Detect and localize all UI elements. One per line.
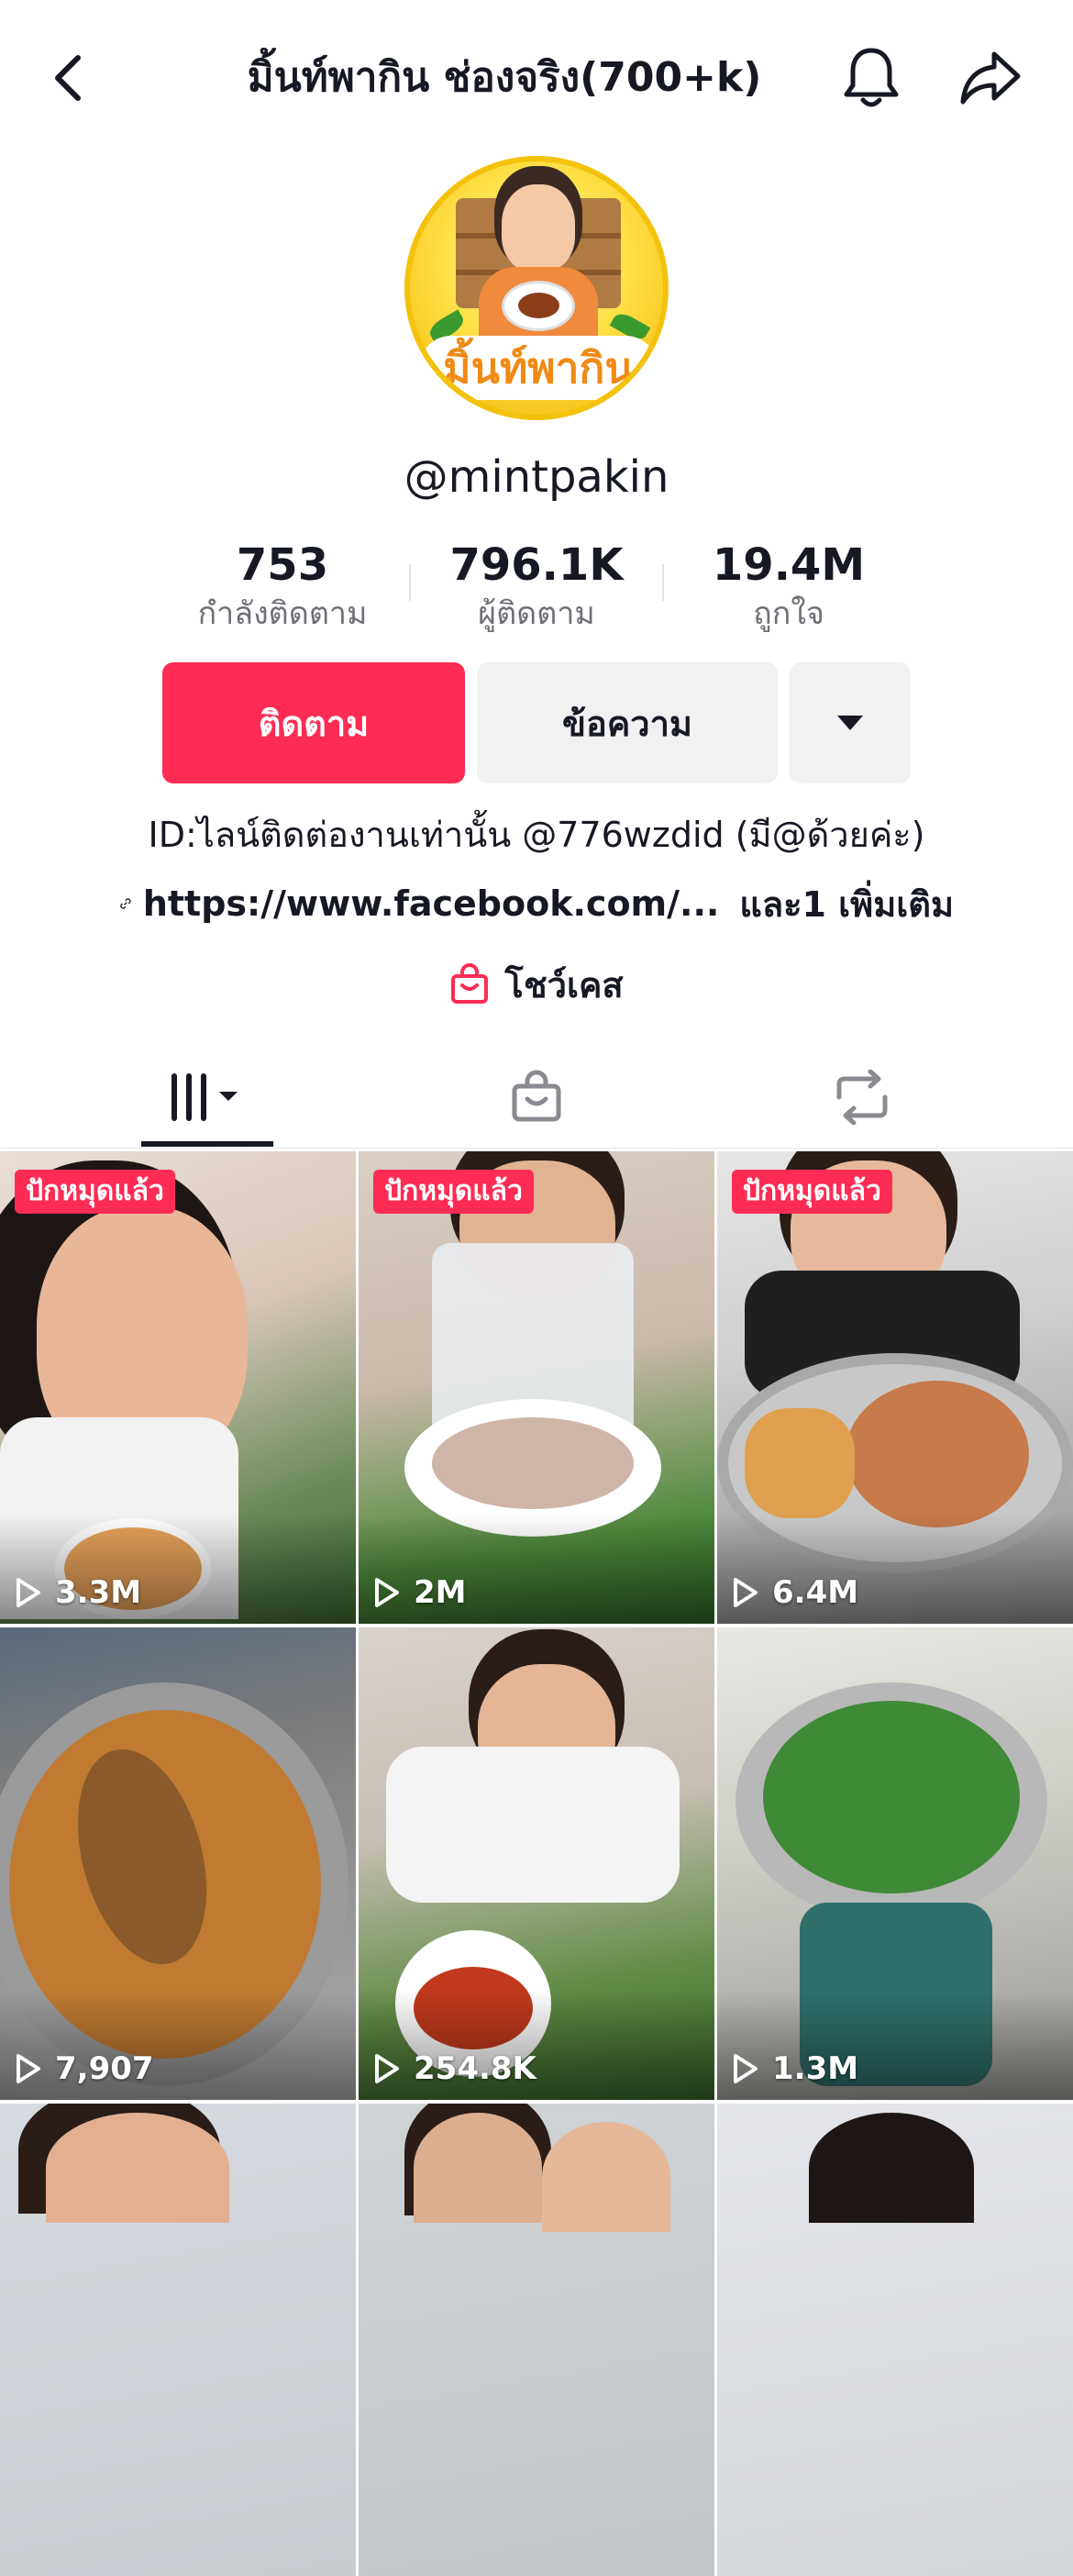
view-count: 3.3M xyxy=(15,1574,141,1611)
back-button[interactable] xyxy=(37,37,101,119)
play-icon xyxy=(734,1578,758,1607)
view-count-text: 254.8K xyxy=(414,2050,536,2087)
avatar-logo-text: มิ้นท์พากิน xyxy=(419,336,658,400)
view-count: 7,907 xyxy=(15,2050,154,2087)
videos-grid-icon xyxy=(171,1073,238,1121)
thumbnail-person xyxy=(414,2113,542,2223)
bell-icon xyxy=(844,48,899,107)
avatar-person xyxy=(502,184,575,272)
thumbnail-shirt xyxy=(386,1747,680,1903)
following-count: 753 xyxy=(236,539,329,591)
share-button[interactable] xyxy=(949,37,1032,119)
avatar-food-plate xyxy=(502,281,575,331)
thumbnail-person xyxy=(809,2113,974,2223)
shopping-bag-icon xyxy=(451,963,489,1004)
play-icon xyxy=(375,2054,399,2083)
notification-button[interactable] xyxy=(830,37,913,119)
video-thumbnail[interactable]: 254.8K xyxy=(359,1627,714,2100)
followers-count: 796.1K xyxy=(449,539,624,591)
followers-stat[interactable]: 796.1K ผู้ติดตาม xyxy=(408,537,665,634)
thumbnail-person xyxy=(46,2113,229,2223)
thumbnail-food xyxy=(846,1381,1029,1527)
video-thumbnail[interactable]: 7,907 xyxy=(0,1627,356,2100)
bio-link[interactable]: https://www.facebook.com/... และ1 เพิ่มเ… xyxy=(119,872,954,936)
thumbnail-food xyxy=(432,1417,634,1509)
likes-count: 19.4M xyxy=(712,539,866,591)
page-title: มิ้นท์พากิน ช่องจริง(700+k) xyxy=(247,54,762,101)
pinned-badge: ปักหมุดแล้ว xyxy=(732,1170,892,1214)
link-url[interactable]: https://www.facebook.com/... xyxy=(143,883,719,924)
video-thumbnail[interactable]: 1.3M xyxy=(717,1627,1073,2100)
showcase-label: โชว์เคส xyxy=(504,964,624,1005)
video-grid: ปักหมุดแล้ว 3.3M ปักหมุดแล้ว 2M ปักหมุดแ… xyxy=(0,1151,1073,2576)
following-stat[interactable]: 753 กำลังติดตาม xyxy=(154,537,411,634)
video-thumbnail[interactable]: ปักหมุดแล้ว 2M xyxy=(359,1151,714,1624)
following-label: กำลังติดตาม xyxy=(197,595,368,632)
view-count-text: 3.3M xyxy=(55,1574,142,1611)
play-icon xyxy=(17,1578,40,1607)
view-count: 1.3M xyxy=(732,2050,858,2087)
caret-down-icon xyxy=(837,716,863,730)
thumbnail-egg xyxy=(745,1408,855,1518)
avatar[interactable]: มิ้นท์พากิน xyxy=(404,156,669,420)
play-icon xyxy=(17,2054,40,2083)
profile-stats: 753 กำลังติดตาม 796.1K ผู้ติดตาม 19.4M ถ… xyxy=(0,537,1073,638)
thumbnail-person xyxy=(542,2122,670,2232)
suggested-accounts-button[interactable] xyxy=(790,662,911,783)
video-thumbnail[interactable]: ปักหมุดแล้ว 3.3M xyxy=(0,1151,356,1624)
tab-shop[interactable] xyxy=(358,1046,715,1149)
likes-stat[interactable]: 19.4M ถูกใจ xyxy=(660,537,917,634)
tab-reposts[interactable] xyxy=(683,1046,1041,1149)
play-icon xyxy=(375,1578,399,1607)
view-count-text: 2M xyxy=(414,1574,467,1611)
followers-label: ผู้ติดตาม xyxy=(478,595,595,632)
share-arrow-icon xyxy=(960,51,1021,105)
more-links-button[interactable]: และ1 เพิ่มเติม xyxy=(739,876,954,932)
video-thumbnail[interactable] xyxy=(717,2104,1073,2576)
active-tab-indicator xyxy=(141,1141,273,1147)
shop-bag-icon xyxy=(512,1070,561,1122)
link-icon xyxy=(120,898,131,909)
view-count-text: 7,907 xyxy=(55,2050,154,2087)
content-tabs xyxy=(0,1046,1073,1149)
username: @mintpakin xyxy=(404,451,669,503)
view-count: 6.4M xyxy=(732,1574,858,1611)
likes-label: ถูกใจ xyxy=(753,595,824,632)
repost-icon xyxy=(836,1070,888,1125)
message-button[interactable]: ข้อความ xyxy=(477,662,778,783)
thumbnail-greens xyxy=(763,1701,1020,1893)
bio-text: ID:ไลน์ติดต่องานเท่านั้น @776wzdid (มี@ด… xyxy=(148,815,925,855)
video-thumbnail[interactable] xyxy=(0,2104,356,2576)
video-thumbnail[interactable] xyxy=(359,2104,714,2576)
pinned-badge: ปักหมุดแล้ว xyxy=(373,1170,534,1214)
tab-videos[interactable] xyxy=(26,1046,393,1149)
play-icon xyxy=(734,2054,758,2083)
video-thumbnail[interactable]: ปักหมุดแล้ว 6.4M xyxy=(717,1151,1073,1624)
showcase-link[interactable]: โชว์เคส xyxy=(0,952,1073,1016)
view-count: 254.8K xyxy=(373,2050,536,2087)
pinned-badge: ปักหมุดแล้ว xyxy=(15,1170,175,1214)
back-arrow-icon xyxy=(55,55,81,101)
follow-button[interactable]: ติดตาม xyxy=(162,662,465,783)
view-count-text: 6.4M xyxy=(772,1574,859,1611)
top-bar: มิ้นท์พากิน ช่องจริง(700+k) xyxy=(0,0,1073,156)
view-count: 2M xyxy=(373,1574,467,1611)
view-count-text: 1.3M xyxy=(772,2050,859,2087)
